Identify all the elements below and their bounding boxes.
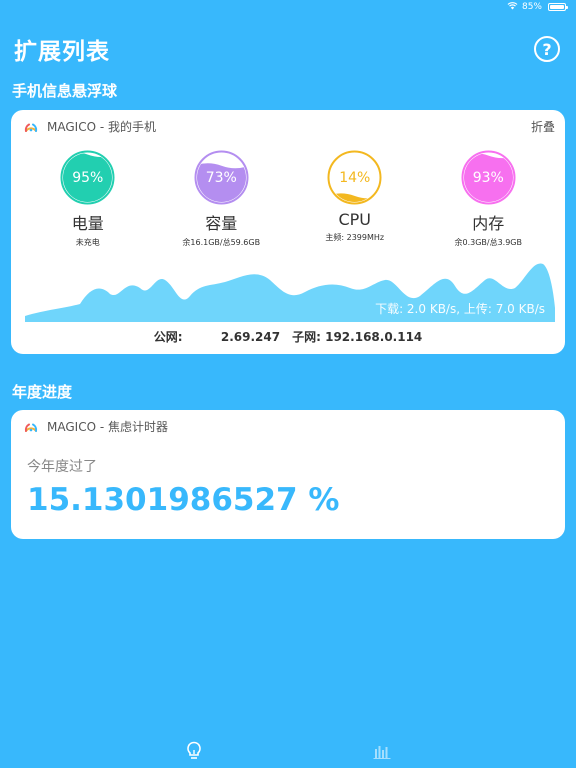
memory-orb: 93% [461, 150, 516, 205]
magico-logo-icon [24, 423, 38, 432]
network-speed: 下载: 2.0 KB/s, 上传: 7.0 KB/s [375, 302, 545, 316]
collapse-button[interactable]: 折叠 [531, 118, 555, 135]
tab-extensions[interactable] [182, 739, 206, 763]
card-app-name: MAGICO - 我的手机 [47, 120, 156, 134]
question-icon: ? [542, 39, 552, 59]
progress-label: 今年度过了 [27, 459, 97, 475]
metric-sub: 余0.3GB/总3.9GB [454, 238, 522, 247]
metric-memory: 93% 内存 余0.3GB/总3.9GB [428, 150, 548, 248]
metric-label: 容量 [205, 214, 238, 233]
lightbulb-icon [187, 741, 201, 759]
magico-logo-icon [24, 123, 38, 132]
header: 扩展列表 ? [14, 32, 562, 66]
progress-value: 15.1301986527 % [27, 482, 340, 518]
page-title: 扩展列表 [14, 39, 110, 65]
metric-label: 内存 [472, 214, 505, 233]
status-bar: 85% [0, 0, 576, 14]
battery-icon [548, 3, 568, 11]
card-app-name: MAGICO - 焦虑计时器 [47, 420, 168, 434]
lan-ip: 子网: 192.168.0.114 [292, 330, 423, 344]
cpu-orb: 14% [327, 150, 382, 205]
card-header: MAGICO - 焦虑计时器 [11, 410, 565, 435]
section-title-phone-info: 手机信息悬浮球 [12, 82, 118, 100]
wifi-icon [507, 1, 518, 13]
battery-percent: 85% [521, 2, 542, 12]
public-ip: 公网: 2.69.247 [153, 330, 281, 344]
section-title-year-progress: 年度进度 [12, 383, 73, 401]
metric-storage: 73% 容量 余16.1GB/总59.6GB [161, 150, 281, 248]
battery-orb: 95% [60, 150, 115, 205]
year-progress-card[interactable]: MAGICO - 焦虑计时器 今年度过了 15.1301986527 % [11, 410, 565, 539]
tab-stats[interactable] [370, 739, 394, 763]
metric-label: CPU [338, 210, 372, 229]
metric-sub: 主频: 2399MHz [325, 233, 385, 242]
metric-sub: 余16.1GB/总59.6GB [182, 238, 261, 247]
metric-label: 电量 [71, 214, 104, 233]
ip-row: 公网: 2.69.247 子网: 192.168.0.114 [11, 328, 565, 345]
phone-info-card[interactable]: MAGICO - 我的手机 折叠 95% 电量 未充电 73% 容量 余16.1… [11, 110, 565, 354]
storage-orb: 73% [194, 150, 249, 205]
metric-battery: 95% 电量 未充电 [28, 150, 148, 248]
help-button[interactable]: ? [534, 36, 560, 62]
card-header: MAGICO - 我的手机 折叠 [11, 110, 565, 135]
bar-chart-icon [373, 746, 391, 759]
tab-bar [0, 734, 576, 768]
metric-cpu: 14% CPU 主频: 2399MHz [295, 150, 415, 248]
metrics-row: 95% 电量 未充电 73% 容量 余16.1GB/总59.6GB 14% CP… [11, 150, 565, 248]
metric-sub: 未充电 [75, 238, 100, 247]
